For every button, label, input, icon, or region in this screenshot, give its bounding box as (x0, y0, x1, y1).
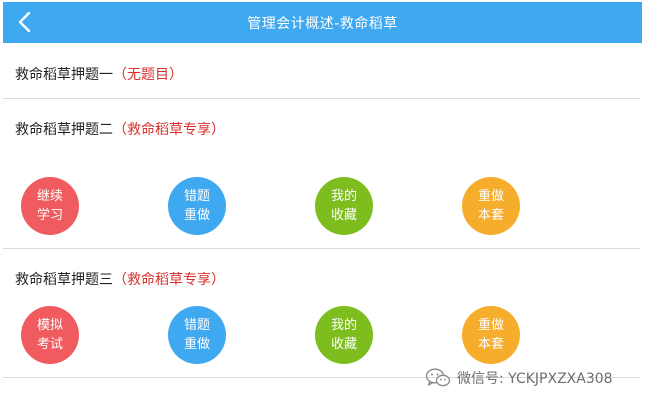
button-line2: 收藏 (330, 208, 357, 223)
button-line2: 重做 (183, 208, 210, 223)
section-3-label: 救命稻草押题三 (15, 272, 113, 288)
watermark: 微信号: YCKJPXZXA308 (425, 366, 613, 390)
button-line2: 重做 (183, 337, 210, 352)
top-nav-bar: 管理会计概述-救命稻草 (3, 2, 642, 43)
button-line1: 继续 (36, 189, 63, 204)
button-line1: 重做 (477, 318, 504, 333)
section-1-highlight: （无题目） (113, 67, 183, 83)
section-3-title: 救命稻草押题三（救命稻草专享） (15, 269, 225, 289)
button-line1: 错题 (183, 189, 210, 204)
button-line1: 模拟 (36, 318, 63, 333)
button-line1: 错题 (183, 318, 210, 333)
redo-set-button[interactable]: 重做 本套 (462, 306, 520, 364)
wechat-icon (425, 368, 451, 387)
button-line2: 本套 (477, 337, 504, 352)
wrong-questions-redo-button[interactable]: 错题 重做 (168, 177, 226, 235)
page-title: 管理会计概述-救命稻草 (247, 16, 398, 32)
divider (3, 98, 640, 99)
section-2-label: 救命稻草押题二 (15, 122, 113, 138)
watermark-text: 微信号: YCKJPXZXA308 (457, 371, 613, 387)
continue-study-button[interactable]: 继续 学习 (21, 177, 79, 235)
redo-set-button[interactable]: 重做 本套 (462, 177, 520, 235)
button-line2: 本套 (477, 208, 504, 223)
button-line2: 学习 (36, 208, 63, 223)
section-1-title[interactable]: 救命稻草押题一（无题目） (15, 64, 183, 84)
section-2-title: 救命稻草押题二（救命稻草专享） (15, 119, 225, 139)
wrong-questions-redo-button[interactable]: 错题 重做 (168, 306, 226, 364)
section-2-highlight: （救命稻草专享） (113, 122, 225, 138)
button-line1: 我的 (330, 318, 357, 333)
button-line1: 我的 (330, 189, 357, 204)
mock-exam-button[interactable]: 模拟 考试 (21, 306, 79, 364)
section-3-highlight: （救命稻草专享） (113, 272, 225, 288)
section-1-label: 救命稻草押题一 (15, 67, 113, 83)
my-favorites-button[interactable]: 我的 收藏 (315, 177, 373, 235)
button-line1: 重做 (477, 189, 504, 204)
divider (3, 248, 640, 249)
my-favorites-button[interactable]: 我的 收藏 (315, 306, 373, 364)
button-line2: 收藏 (330, 337, 357, 352)
button-line2: 考试 (36, 337, 63, 352)
